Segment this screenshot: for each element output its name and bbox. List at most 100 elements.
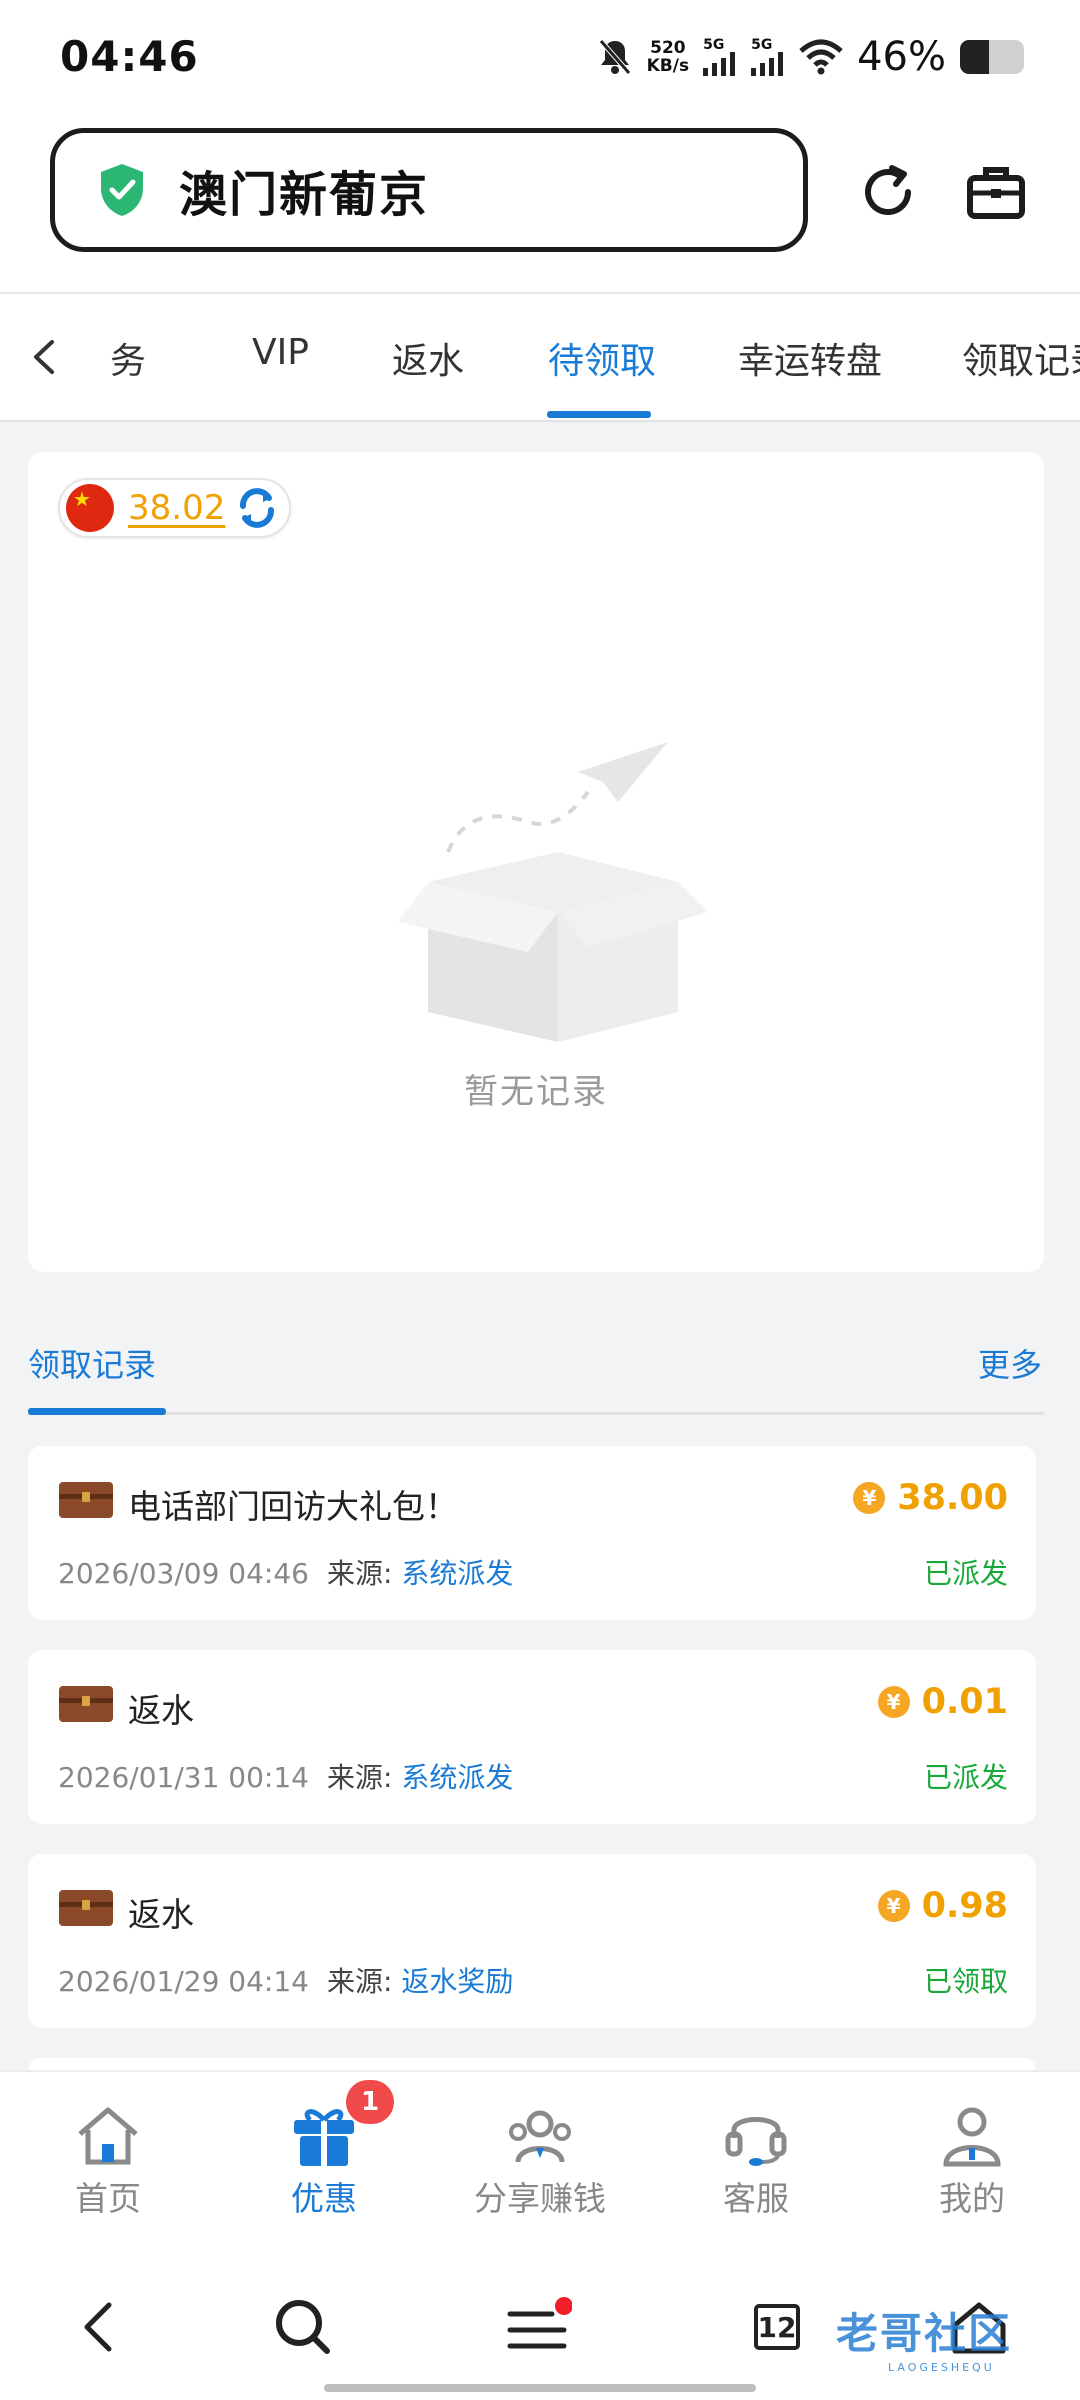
yuan-coin-icon: ¥ [877,1890,910,1922]
treasure-chest-icon [59,1482,113,1518]
record-name: 返水 [128,1691,194,1730]
briefcase-icon [967,167,1025,219]
browser-tabs-button[interactable]: 12 [742,2292,812,2362]
nav-mine-label: 我的 [939,2179,1005,2218]
battery-icon [960,40,1024,74]
net-speed: 520 KB/s [647,39,689,75]
reload-button[interactable] [852,156,924,228]
record-status: 已领取 [923,1965,1008,1998]
nav-home-label: 首页 [75,2179,141,2218]
record-meta: 2026/01/31 00:14 来源: 系统派发 [58,1756,513,1796]
watermark-sub: LAOGESHEQU [888,2361,995,2374]
browser-menu-button[interactable] [502,2292,572,2362]
browser-back-button[interactable] [64,2292,134,2362]
record-item[interactable]: 电话部门回访大礼包！ ¥38.00 2026/03/09 04:46 来源: 系统… [28,1446,1036,1620]
browser-nav-bar: 12 老哥社区 LAOGESHEQU [0,2252,1080,2400]
record-source-label: 来源: [326,1965,393,1998]
records-section-title[interactable]: 领取记录 [28,1340,156,1386]
headset-icon [725,2117,787,2166]
record-time: 2026/03/09 04:46 [58,1557,309,1590]
menu-icon [507,2297,572,2349]
tab-rebate[interactable]: 返水 [392,332,464,384]
record-status: 已派发 [923,1557,1008,1590]
record-amount: ¥0.98 [877,1886,1008,1926]
sim1-label: 5G [703,37,725,53]
pending-card: ★ 38.02 暂无记录 [28,452,1044,1272]
nav-home[interactable]: 首页 [0,2102,216,2220]
record-item[interactable]: 返水 ¥0.98 2026/01/29 04:14 来源: 返水奖励 已领取 [28,1854,1036,2028]
search-icon [276,2300,330,2354]
empty-state-text: 暂无记录 [464,1072,608,1112]
balance-chip[interactable]: ★ 38.02 [58,478,292,538]
record-amount: ¥0.01 [877,1682,1008,1722]
nav-mine[interactable]: 我的 [864,2102,1080,2220]
treasure-chest-icon [59,1686,113,1722]
record-meta: 2026/03/09 04:46 来源: 系统派发 [58,1552,513,1592]
records-more-link[interactable]: 更多 [978,1340,1042,1386]
treasure-chest-icon [59,1890,113,1926]
watermark-logo: 老哥社区 LAOGESHEQU [836,2300,1012,2374]
nav-share-label: 分享赚钱 [474,2179,606,2218]
nav-promo[interactable]: 优惠 [216,2102,432,2220]
tab-pending[interactable]: 待领取 [548,332,656,384]
record-source-label: 来源: [326,1557,393,1590]
nav-service-label: 客服 [723,2179,789,2218]
record-source: 系统派发 [401,1761,514,1794]
record-source-label: 来源: [326,1761,393,1794]
tab-claim-records[interactable]: 领取记录 [962,332,1080,384]
signal-bars-icon [751,52,784,76]
home-indicator [324,2384,756,2392]
record-name: 电话部门回访大礼包！ [128,1487,458,1526]
toolbox-button[interactable] [960,156,1032,228]
record-amount-value: 0.98 [921,1886,1008,1926]
nav-share[interactable]: 分享赚钱 [432,2102,648,2220]
user-icon [943,2107,1001,2167]
tab-lucky-wheel[interactable]: 幸运转盘 [738,332,882,384]
net-speed-unit: KB/s [646,56,690,76]
record-status: 已派发 [923,1761,1008,1794]
url-bar[interactable]: 澳门新葡京 [50,128,808,252]
sim2-label: 5G [751,37,773,53]
record-amount-value: 0.01 [921,1682,1008,1722]
record-time: 2026/01/29 04:14 [58,1965,309,1998]
status-time: 04:46 [60,32,199,81]
battery-percent: 46% [857,34,946,80]
record-name: 返水 [128,1895,194,1934]
balance-amount: 38.02 [128,488,226,528]
site-title: 澳门新葡京 [179,167,430,223]
chevron-left-icon[interactable] [22,334,68,380]
section-divider [28,1412,1044,1415]
share-users-icon [509,2110,571,2163]
section-title-underline [28,1408,166,1415]
browser-search-button[interactable] [268,2292,338,2362]
notification-badge: 1 [346,2080,394,2124]
net-speed-value: 520 [650,38,686,58]
yuan-coin-icon: ¥ [853,1482,886,1514]
record-time: 2026/01/31 00:14 [58,1761,309,1794]
battery-fill [960,40,990,74]
active-tab-indicator [547,411,651,418]
china-flag-icon: ★ [66,484,114,532]
watermark-text: 老哥社区 [836,2309,1013,2358]
tab-count: 12 [754,2304,800,2350]
chevron-left-icon [84,2302,112,2352]
bottom-nav: 首页 优惠 1 分享赚钱 客服 我的 [0,2070,1080,2252]
tab-task[interactable]: 务 [110,332,146,384]
record-amount-value: 38.00 [897,1478,1008,1518]
signal-2: 5G [751,38,785,76]
yuan-coin-icon: ¥ [877,1686,910,1718]
refresh-balance-icon[interactable] [235,486,279,530]
nav-service[interactable]: 客服 [648,2102,864,2220]
tab-vip[interactable]: VIP [252,332,309,373]
record-amount: ¥38.00 [853,1478,1008,1518]
record-meta: 2026/01/29 04:14 来源: 返水奖励 [58,1960,513,2000]
record-item[interactable]: 返水 ¥0.01 2026/01/31 00:14 来源: 系统派发 已派发 [28,1650,1036,1824]
empty-box-icon [398,742,708,1042]
shield-check-icon [101,164,143,216]
mute-bell-icon [598,39,631,75]
category-tabs: 务 VIP 返水 待领取 幸运转盘 领取记录 [0,294,1080,422]
wifi-icon [799,39,843,75]
status-bar: 04:46 520 KB/s 5G 5G 46% [0,0,1080,110]
reload-icon [865,165,911,215]
status-icons: 520 KB/s 5G 5G 46% [597,34,1024,80]
